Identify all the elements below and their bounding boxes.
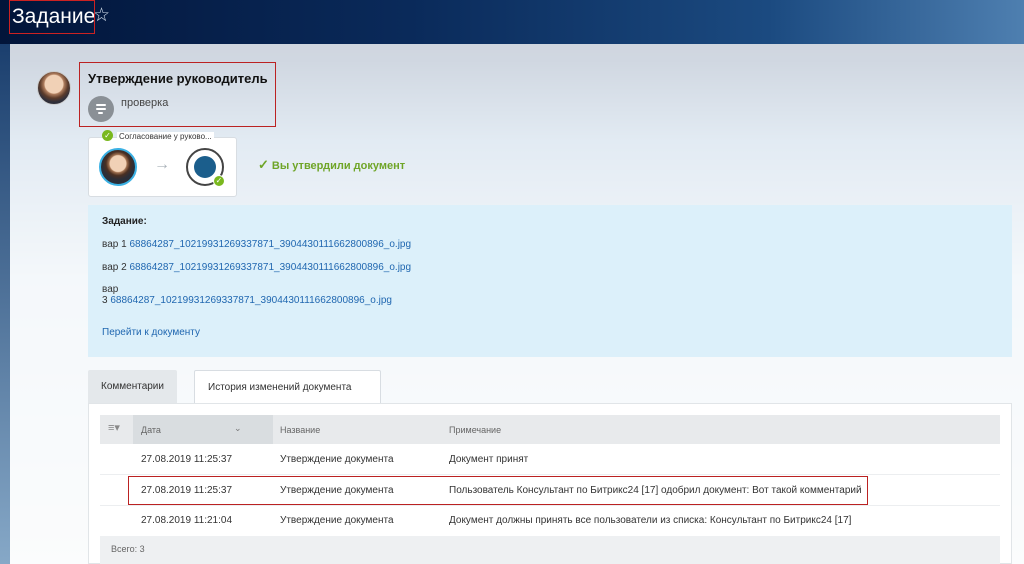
task-item: вар 1 68864287_10219931269337871_3904430…: [102, 239, 411, 250]
approval-label: Согласование у руково...: [117, 132, 214, 141]
chevron-down-icon[interactable]: ⌄: [234, 423, 242, 434]
star-icon[interactable]: ☆: [93, 6, 110, 26]
table-cell-name: Утверждение документа: [280, 515, 394, 526]
task-box: [88, 205, 1012, 357]
highlight-box-process: [79, 62, 276, 127]
goto-document-link[interactable]: Перейти к документу: [102, 327, 200, 338]
table-cell-name: Утверждение документа: [280, 454, 394, 465]
task-item-prefix: вар 2: [102, 262, 127, 273]
table-cell-note: Документ принят: [449, 454, 529, 465]
task-item-prefix: 3: [102, 295, 108, 306]
header-bar: [0, 0, 1024, 44]
row-divider: [100, 505, 1000, 506]
column-header-date[interactable]: Дата: [141, 425, 161, 435]
table-cell-date: 27.08.2019 11:21:04: [141, 515, 233, 526]
task-item-prefix-line: вар: [102, 284, 119, 295]
task-label: Задание:: [102, 216, 147, 227]
left-edge: [0, 44, 10, 564]
approved-status-text: Вы утвердили документ: [271, 160, 406, 172]
approved-check-icon: ✓: [213, 175, 225, 187]
tab-history[interactable]: История изменений документа: [194, 370, 381, 404]
total-count: Всего: 3: [111, 544, 145, 554]
approver-avatar[interactable]: [99, 148, 137, 186]
file-link[interactable]: 68864287_10219931269337871_3904430111662…: [110, 295, 392, 306]
table-footer: [100, 536, 1000, 564]
task-item: 3 68864287_10219931269337871_39044301116…: [102, 295, 392, 306]
file-link[interactable]: 68864287_10219931269337871_3904430111662…: [129, 239, 411, 250]
approved-status: ✓ Вы утвердили документ: [258, 157, 405, 173]
check-circle-icon: ✓: [102, 130, 113, 141]
task-item-prefix: вар 1: [102, 239, 127, 250]
row-divider: [100, 474, 1000, 475]
grid-menu-icon[interactable]: ≡▾: [108, 421, 120, 434]
highlight-box-title: [9, 0, 95, 34]
tab-comments[interactable]: Комментарии: [88, 370, 177, 403]
table-cell-date: 27.08.2019 11:25:37: [141, 454, 233, 465]
table-cell-note: Документ должны принять все пользователи…: [449, 515, 852, 526]
column-header-name[interactable]: Название: [280, 425, 320, 435]
file-link[interactable]: 68864287_10219931269337871_3904430111662…: [129, 262, 411, 273]
avatar[interactable]: [37, 71, 71, 105]
check-icon: ✓: [258, 157, 269, 172]
highlight-box-row: [128, 476, 868, 505]
column-header-note[interactable]: Примечание: [449, 425, 501, 435]
task-item: вар 2 68864287_10219931269337871_3904430…: [102, 262, 411, 273]
arrow-right-icon: →: [154, 156, 170, 173]
